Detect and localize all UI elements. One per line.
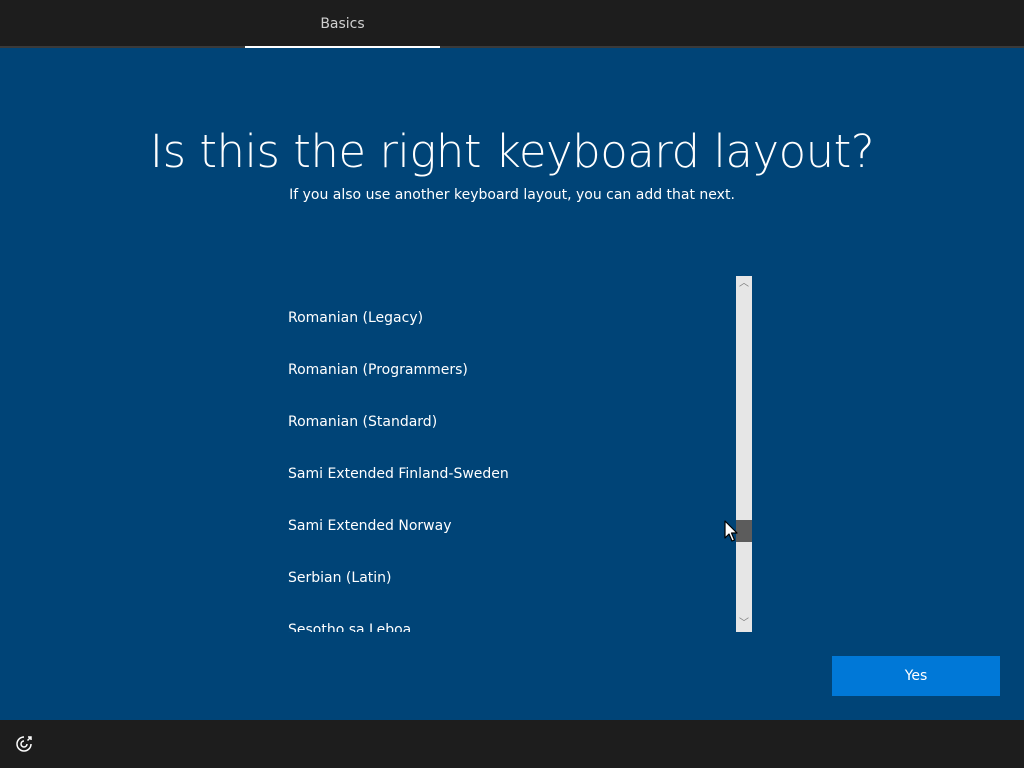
list-scrollbar[interactable]: ︿ ﹀ [736, 276, 752, 632]
scrollbar-thumb[interactable] [736, 520, 752, 542]
ease-of-access-icon[interactable] [12, 732, 36, 756]
top-bar [0, 0, 1024, 46]
layout-item-romanian-programmers[interactable]: Romanian (Programmers) [276, 344, 736, 396]
layout-item-serbian-latin[interactable]: Serbian (Latin) [276, 552, 736, 604]
layout-item-romanian-legacy[interactable]: Romanian (Legacy) [276, 292, 736, 344]
layout-item-romanian-standard[interactable]: Romanian (Standard) [276, 396, 736, 448]
page-title: Is this the right keyboard layout? [149, 125, 875, 178]
scroll-up-arrow-icon[interactable]: ︿ [736, 276, 752, 292]
layout-item-sami-extended-finland-sweden[interactable]: Sami Extended Finland-Sweden [276, 448, 736, 500]
layout-item-sami-extended-norway[interactable]: Sami Extended Norway [276, 500, 736, 552]
mouse-pointer-icon [724, 520, 738, 542]
page-subtitle: If you also use another keyboard layout,… [289, 187, 735, 203]
list-top-spacer [276, 276, 736, 292]
layout-item-sesotho-sa-leboa[interactable]: Sesotho sa Leboa [276, 604, 736, 632]
keyboard-layout-list[interactable]: Romanian (Legacy) Romanian (Programmers)… [276, 276, 736, 632]
bottom-bar [0, 720, 1024, 768]
scroll-down-arrow-icon[interactable]: ﹀ [736, 616, 752, 632]
tab-basics: Basics [245, 0, 440, 48]
yes-button[interactable]: Yes [832, 656, 1000, 696]
